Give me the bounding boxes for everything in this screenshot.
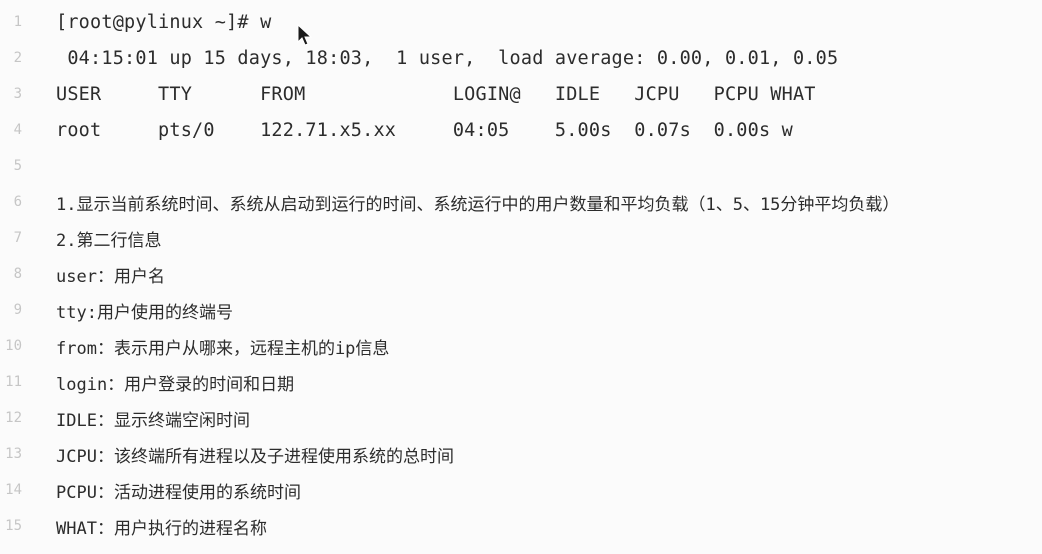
line-text[interactable]: JCPU：该终端所有进程以及子进程使用系统的总时间 bbox=[56, 442, 454, 467]
line-number: 10 bbox=[5, 338, 22, 354]
editor-line[interactable]: 11 login：用户登录的时间和日期 bbox=[0, 364, 1042, 400]
line-number: 13 bbox=[5, 446, 22, 462]
line-number: 7 bbox=[13, 230, 22, 246]
line-text[interactable]: WHAT：用户执行的进程名称 bbox=[56, 514, 267, 539]
line-text[interactable]: IDLE：显示终端空闲时间 bbox=[56, 406, 250, 431]
line-text[interactable]: 04:15:01 up 15 days, 18:03, 1 user, load… bbox=[56, 48, 838, 69]
line-number: 9 bbox=[13, 302, 22, 318]
editor-line[interactable]: 4 root pts/0 122.71.x5.xx 04:05 5.00s 0.… bbox=[0, 112, 1042, 148]
line-text[interactable]: USER TTY FROM LOGIN@ IDLE JCPU PCPU WHAT bbox=[56, 84, 816, 105]
line-number: 14 bbox=[5, 482, 22, 498]
editor-line[interactable]: 7 2.第二行信息 bbox=[0, 220, 1042, 256]
line-text[interactable]: user：用户名 bbox=[56, 262, 165, 287]
editor-line[interactable]: 5 bbox=[0, 148, 1042, 184]
line-number: 12 bbox=[5, 410, 22, 426]
line-text[interactable]: [root@pylinux ~]# w bbox=[56, 12, 271, 33]
line-number: 1 bbox=[13, 14, 22, 30]
editor-line[interactable]: 1 [root@pylinux ~]# w bbox=[0, 4, 1042, 40]
line-number: 2 bbox=[13, 50, 22, 66]
line-number: 11 bbox=[5, 374, 22, 390]
editor-line[interactable]: 2 04:15:01 up 15 days, 18:03, 1 user, lo… bbox=[0, 40, 1042, 76]
line-number: 8 bbox=[13, 266, 22, 282]
editor-line[interactable]: 6 1.显示当前系统时间、系统从启动到运行的时间、系统运行中的用户数量和平均负载… bbox=[0, 184, 1042, 220]
editor-line[interactable]: 12 IDLE：显示终端空闲时间 bbox=[0, 400, 1042, 436]
editor-line[interactable]: 14 PCPU：活动进程使用的系统时间 bbox=[0, 472, 1042, 508]
line-number: 6 bbox=[13, 194, 22, 210]
line-text[interactable]: PCPU：活动进程使用的系统时间 bbox=[56, 478, 301, 503]
line-number: 3 bbox=[13, 86, 22, 102]
editor-line[interactable]: 10 from：表示用户从哪来，远程主机的ip信息 bbox=[0, 328, 1042, 364]
editor-line[interactable]: 13 JCPU：该终端所有进程以及子进程使用系统的总时间 bbox=[0, 436, 1042, 472]
line-text[interactable]: root pts/0 122.71.x5.xx 04:05 5.00s 0.07… bbox=[56, 120, 793, 141]
editor-line[interactable]: 9 tty:用户使用的终端号 bbox=[0, 292, 1042, 328]
code-editor[interactable]: 1 [root@pylinux ~]# w 2 04:15:01 up 15 d… bbox=[0, 0, 1042, 554]
editor-line[interactable]: 8 user：用户名 bbox=[0, 256, 1042, 292]
line-text[interactable]: tty:用户使用的终端号 bbox=[56, 298, 233, 323]
line-number: 4 bbox=[13, 122, 22, 138]
editor-line[interactable]: 15 WHAT：用户执行的进程名称 bbox=[0, 508, 1042, 544]
mouse-pointer-icon bbox=[297, 24, 313, 46]
line-text[interactable]: 2.第二行信息 bbox=[56, 226, 161, 251]
line-text[interactable]: from：表示用户从哪来，远程主机的ip信息 bbox=[56, 334, 389, 359]
line-text[interactable]: login：用户登录的时间和日期 bbox=[56, 370, 294, 395]
line-number: 5 bbox=[13, 158, 22, 174]
line-number: 15 bbox=[5, 518, 22, 534]
line-text[interactable]: 1.显示当前系统时间、系统从启动到运行的时间、系统运行中的用户数量和平均负载（1… bbox=[56, 190, 899, 215]
editor-line[interactable]: 3 USER TTY FROM LOGIN@ IDLE JCPU PCPU WH… bbox=[0, 76, 1042, 112]
